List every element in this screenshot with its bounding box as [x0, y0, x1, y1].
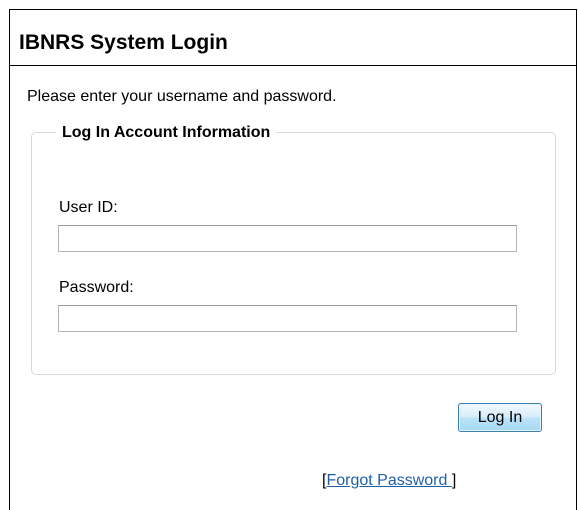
title-divider: [10, 65, 576, 66]
user-id-label: User ID:: [59, 199, 118, 216]
account-info-legend: Log In Account Information: [56, 122, 277, 144]
forgot-password-container: [Forgot Password ]: [322, 471, 456, 491]
account-info-fieldset: [31, 132, 556, 375]
forgot-password-close-bracket: ]: [451, 472, 457, 489]
user-id-input[interactable]: [58, 225, 517, 252]
password-label: Password:: [59, 279, 134, 296]
login-instructions: Please enter your username and password.: [27, 88, 337, 105]
forgot-password-link[interactable]: Forgot Password: [326, 472, 451, 489]
page-title: IBNRS System Login: [19, 31, 228, 54]
password-input[interactable]: [58, 305, 517, 332]
log-in-button[interactable]: Log In: [458, 403, 542, 432]
